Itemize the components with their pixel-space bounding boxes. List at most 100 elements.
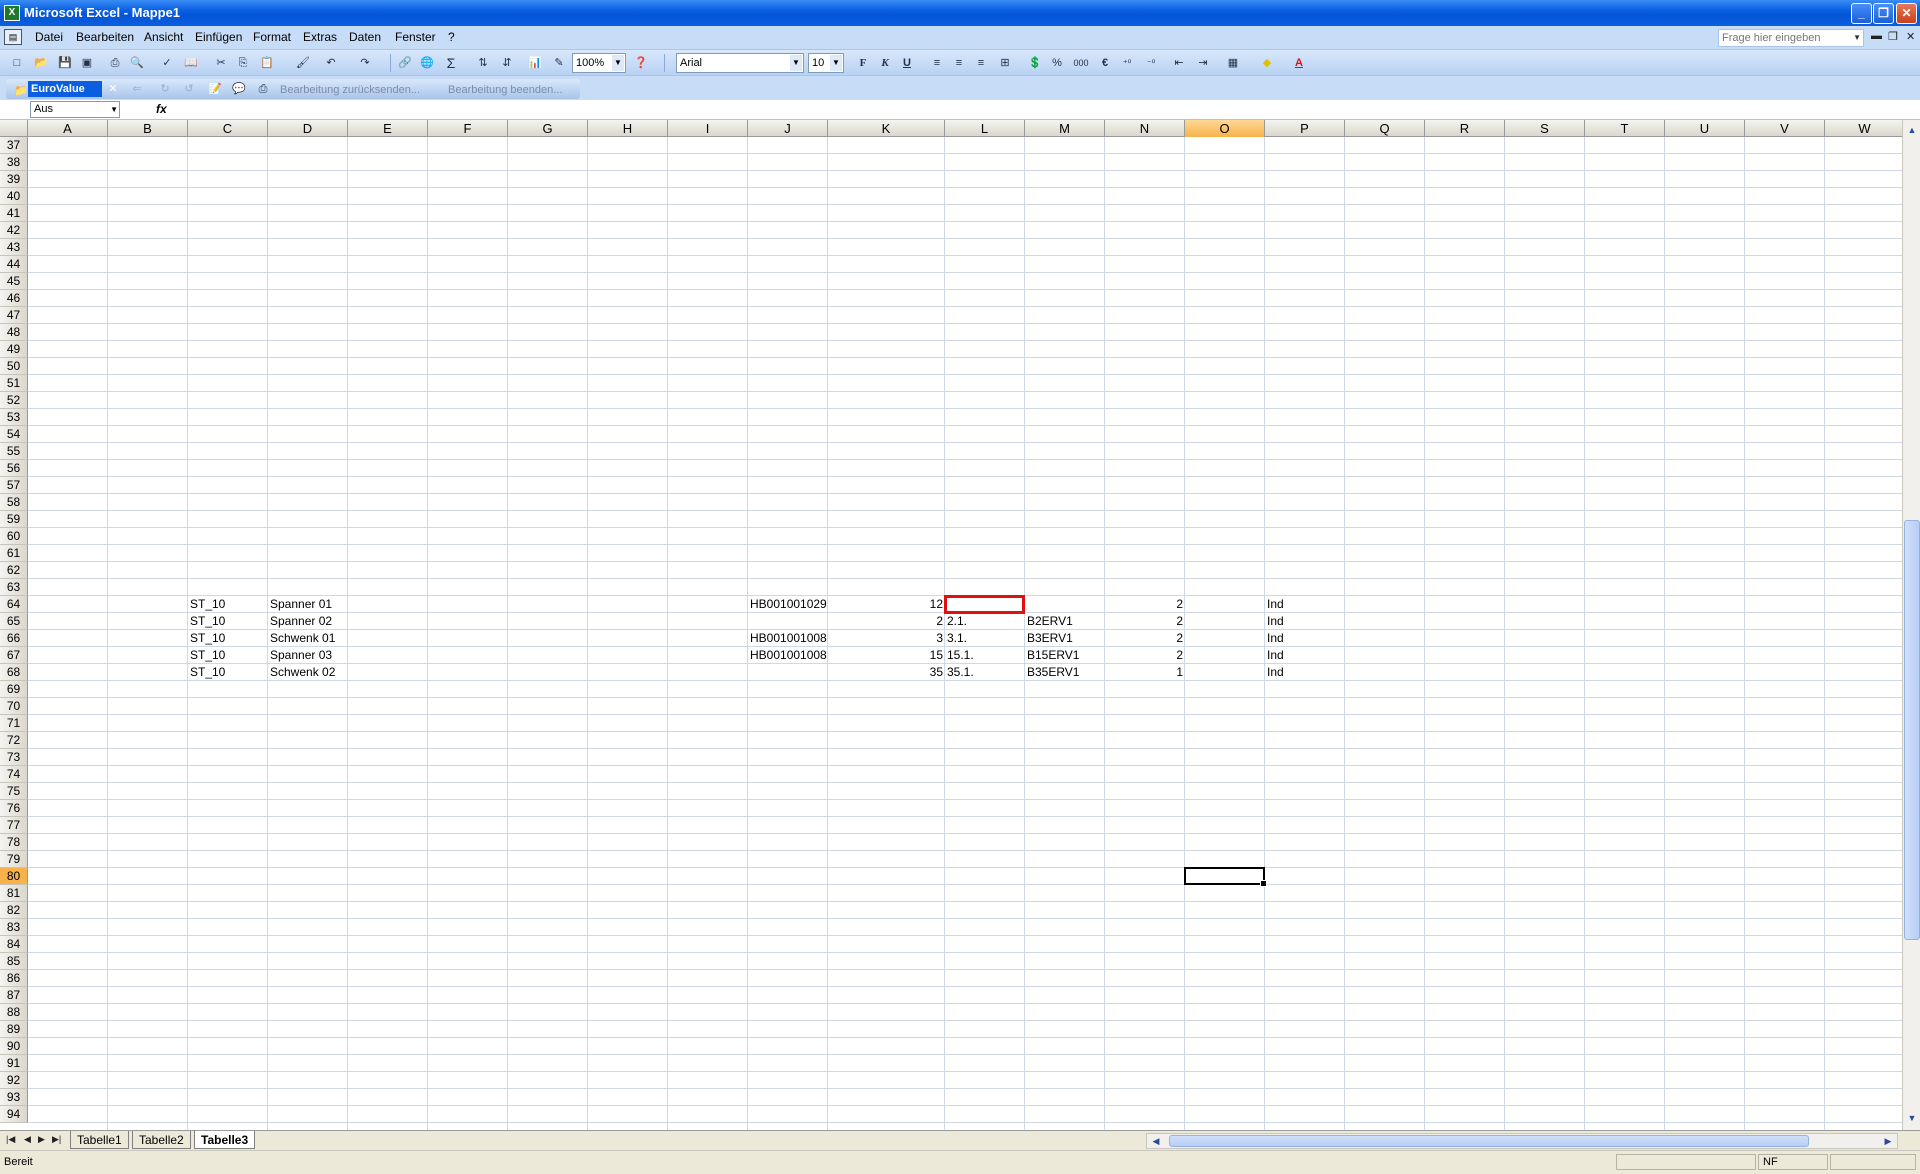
- cell-p66[interactable]: Ind: [1265, 630, 1345, 647]
- row-header-55[interactable]: 55: [0, 443, 28, 460]
- cell-c65[interactable]: ST_10: [188, 613, 268, 630]
- row-header-79[interactable]: 79: [0, 851, 28, 868]
- horizontal-scroll-thumb[interactable]: [1169, 1135, 1809, 1147]
- cell-p67[interactable]: Ind: [1265, 647, 1345, 664]
- row-header-58[interactable]: 58: [0, 494, 28, 511]
- fill-color-icon[interactable]: ◆: [1258, 54, 1276, 72]
- track2-icon[interactable]: ↺: [180, 80, 198, 98]
- column-header-h[interactable]: H: [588, 120, 668, 137]
- column-header-w[interactable]: W: [1825, 120, 1905, 137]
- vertical-scrollbar[interactable]: ▲ ▼: [1902, 120, 1920, 1130]
- scroll-left-icon[interactable]: ◀: [1149, 1134, 1163, 1148]
- sheet-tab-tabelle1[interactable]: Tabelle1: [70, 1131, 129, 1149]
- format-painter-icon[interactable]: 🖌: [294, 54, 312, 72]
- italic-button[interactable]: K: [876, 54, 894, 72]
- percent-button[interactable]: %: [1048, 54, 1066, 72]
- align-right-icon[interactable]: ≡: [972, 54, 990, 72]
- row-header-73[interactable]: 73: [0, 749, 28, 766]
- cell-d67[interactable]: Spanner 03: [268, 647, 348, 664]
- cell-l68[interactable]: 35.1.: [945, 664, 1025, 681]
- row-header-85[interactable]: 85: [0, 953, 28, 970]
- scroll-up-icon[interactable]: ▲: [1904, 122, 1920, 138]
- column-header-p[interactable]: P: [1265, 120, 1345, 137]
- bold-button[interactable]: F: [854, 54, 872, 72]
- paste-icon[interactable]: 📋: [258, 54, 276, 72]
- research-icon[interactable]: 📖: [182, 54, 200, 72]
- euro-button[interactable]: €: [1096, 54, 1114, 72]
- chevron-down-icon[interactable]: ▼: [790, 55, 802, 71]
- decrease-decimal-icon[interactable]: ⁻⁰: [1142, 54, 1160, 72]
- sheet-tab-tabelle3[interactable]: Tabelle3: [194, 1131, 256, 1149]
- edit-icon[interactable]: 📝: [206, 80, 224, 98]
- column-header-k[interactable]: K: [828, 120, 945, 137]
- reply-icon[interactable]: ⇐: [128, 80, 146, 98]
- row-header-62[interactable]: 62: [0, 562, 28, 579]
- open-folder-icon[interactable]: 📂: [32, 54, 50, 72]
- column-header-e[interactable]: E: [348, 120, 428, 137]
- row-header-82[interactable]: 82: [0, 902, 28, 919]
- help-search-input[interactable]: Frage hier eingeben ▼: [1718, 29, 1864, 47]
- row-header-42[interactable]: 42: [0, 222, 28, 239]
- row-header-78[interactable]: 78: [0, 834, 28, 851]
- cell-p68[interactable]: Ind: [1265, 664, 1345, 681]
- row-header-61[interactable]: 61: [0, 545, 28, 562]
- name-box[interactable]: Aus ▼: [30, 101, 120, 118]
- column-header-t[interactable]: T: [1585, 120, 1665, 137]
- cell-k67[interactable]: 15: [828, 647, 945, 664]
- vertical-scroll-thumb[interactable]: [1904, 520, 1920, 940]
- row-header-91[interactable]: 91: [0, 1055, 28, 1072]
- menu-bearbeiten[interactable]: Bearbeiten: [76, 30, 134, 44]
- menu-extras[interactable]: Extras: [303, 30, 337, 44]
- active-cell-o80[interactable]: [1184, 867, 1267, 887]
- column-header-q[interactable]: Q: [1345, 120, 1425, 137]
- row-header-38[interactable]: 38: [0, 154, 28, 171]
- cell-d66[interactable]: Schwenk 01: [268, 630, 348, 647]
- cell-j67[interactable]: HB001001008: [748, 647, 828, 664]
- row-header-43[interactable]: 43: [0, 239, 28, 256]
- chevron-down-icon[interactable]: ▼: [830, 55, 842, 71]
- first-sheet-icon[interactable]: |◀: [6, 1134, 15, 1145]
- redo-icon[interactable]: ↷: [356, 54, 374, 72]
- column-header-d[interactable]: D: [268, 120, 348, 137]
- column-header-c[interactable]: C: [188, 120, 268, 137]
- column-header-u[interactable]: U: [1665, 120, 1745, 137]
- cell-p65[interactable]: Ind: [1265, 613, 1345, 630]
- row-header-90[interactable]: 90: [0, 1038, 28, 1055]
- row-header-86[interactable]: 86: [0, 970, 28, 987]
- row-header-72[interactable]: 72: [0, 732, 28, 749]
- borders-icon[interactable]: ▦: [1224, 54, 1242, 72]
- scroll-down-icon[interactable]: ▼: [1904, 1110, 1920, 1126]
- cell-k66[interactable]: 3: [828, 630, 945, 647]
- track-icon[interactable]: ↻: [156, 80, 174, 98]
- row-header-49[interactable]: 49: [0, 341, 28, 358]
- cell-c66[interactable]: ST_10: [188, 630, 268, 647]
- last-sheet-icon[interactable]: ▶|: [52, 1134, 61, 1145]
- row-header-37[interactable]: 37: [0, 137, 28, 154]
- font-select[interactable]: Arial ▼: [676, 53, 804, 73]
- row-header-63[interactable]: 63: [0, 579, 28, 596]
- row-header-48[interactable]: 48: [0, 324, 28, 341]
- eurovalue-close-icon[interactable]: ✕: [104, 80, 122, 98]
- row-header-74[interactable]: 74: [0, 766, 28, 783]
- chevron-down-icon[interactable]: ▼: [1853, 30, 1861, 46]
- workbook-icon[interactable]: ▤: [4, 29, 22, 45]
- row-header-44[interactable]: 44: [0, 256, 28, 273]
- row-header-53[interactable]: 53: [0, 409, 28, 426]
- menu-format[interactable]: Format: [253, 30, 291, 44]
- end-edit-button[interactable]: Bearbeitung beenden...: [448, 84, 562, 96]
- column-header-l[interactable]: L: [945, 120, 1025, 137]
- menu-datei[interactable]: Datei: [35, 30, 63, 44]
- row-header-93[interactable]: 93: [0, 1089, 28, 1106]
- cell-d64[interactable]: Spanner 01: [268, 596, 348, 613]
- column-header-f[interactable]: F: [428, 120, 508, 137]
- print-icon[interactable]: ⎙: [106, 54, 124, 72]
- column-header-n[interactable]: N: [1105, 120, 1185, 137]
- chevron-down-icon[interactable]: ▼: [612, 55, 624, 71]
- cell-n66[interactable]: 2: [1105, 630, 1185, 647]
- row-header-76[interactable]: 76: [0, 800, 28, 817]
- menu-help[interactable]: ?: [448, 30, 455, 44]
- cell-d68[interactable]: Schwenk 02: [268, 664, 348, 681]
- row-header-65[interactable]: 65: [0, 613, 28, 630]
- autosum-icon[interactable]: Σ: [442, 54, 460, 72]
- row-header-51[interactable]: 51: [0, 375, 28, 392]
